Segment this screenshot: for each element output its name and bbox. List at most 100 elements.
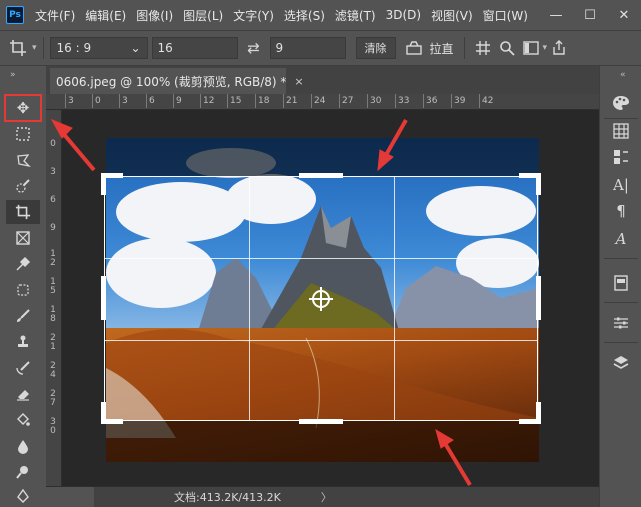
collapse-icon[interactable]: » [10,70,15,80]
ruler-tick: 36 [422,94,438,108]
share-icon[interactable] [547,36,571,60]
ruler-tick: 9 [173,94,182,108]
workspace-icon[interactable] [519,36,543,60]
glyphs-icon: A [615,230,627,248]
crop-handle-top-left[interactable] [101,173,106,195]
menu-file[interactable]: 文件(F) [30,7,80,24]
crop-icon [15,204,31,220]
ratio-select[interactable]: 16 : 9 ⌄ [49,37,148,59]
character-panel-button[interactable]: A| [606,174,636,196]
width-field[interactable]: 16 [151,37,238,59]
brush-settings-icon [614,150,628,164]
status-menu-arrow-icon[interactable]: 〉 [321,489,332,505]
ruler-tick: 33 [394,94,410,108]
straighten-icon[interactable] [402,36,426,60]
paragraph-icon: ¶ [616,202,626,220]
lasso-icon [17,154,31,168]
close-button[interactable]: ✕ [607,0,641,30]
marquee-icon [16,127,30,141]
dodge-tool[interactable] [6,460,40,484]
window-controls: — ☐ ✕ [539,0,641,30]
brush-settings-panel-button[interactable] [606,146,636,168]
history-brush-tool[interactable] [6,356,40,380]
layers-panel-button[interactable] [606,352,636,374]
crop-handle-bottom-left[interactable] [101,402,106,424]
ruler-tick: 18 [254,94,270,108]
marquee-tool[interactable] [6,122,40,146]
menu-select[interactable]: 选择(S) [279,7,330,24]
crop-tool-preset-icon[interactable] [6,36,30,60]
chevron-down-icon[interactable]: ▾ [32,43,37,53]
menu-layer[interactable]: 图层(L) [178,7,228,24]
menu-edit[interactable]: 编辑(E) [80,7,131,24]
swatches-icon [613,123,629,139]
crop-handle-bottom[interactable] [299,419,343,424]
menu-type[interactable]: 文字(Y) [228,7,279,24]
move-tool[interactable]: ✥ [4,94,42,122]
pen-tool[interactable] [6,484,40,507]
menu-window[interactable]: 窗口(W) [478,7,533,24]
crop-handle-left[interactable] [101,276,106,320]
grid-overlay-icon[interactable] [471,36,495,60]
divider [604,342,638,343]
swap-icon[interactable]: ⇄ [242,36,266,60]
minimize-button[interactable]: — [539,0,573,30]
ruler-tick: 6 [50,195,56,205]
crop-handle-top-right[interactable] [536,173,541,195]
ruler-tick: 1 2 [50,249,56,268]
menu-3d[interactable]: 3D(D) [381,8,426,22]
crop-handle-bottom-right[interactable] [536,402,541,424]
horizontal-ruler: 3 0 3 6 9 12 15 18 21 24 27 30 33 36 39 … [46,94,599,110]
crop-handle-top[interactable] [299,173,343,178]
quick-select-tool[interactable] [6,174,40,198]
eyedropper-tool[interactable] [6,252,40,276]
crop-handle-right[interactable] [536,276,541,320]
adjustments-panel-button[interactable] [606,312,636,334]
document-tab[interactable]: 0606.jpeg @ 100% (裁剪预览, RGB/8) * × [50,68,304,94]
maximize-button[interactable]: ☐ [573,0,607,30]
close-icon[interactable]: × [294,75,303,88]
crop-tool[interactable] [6,200,40,224]
height-field[interactable]: 9 [269,37,346,59]
healing-brush-tool[interactable] [6,278,40,302]
dodge-icon [16,466,28,479]
crop-shield-top [106,138,539,176]
frame-tool[interactable] [6,226,40,250]
menu-bar: Ps 文件(F) 编辑(E) 图像(I) 图层(L) 文字(Y) 选择(S) 滤… [0,0,641,30]
glyphs-panel-button[interactable]: A [606,228,636,250]
ruler-tick: 0 [92,94,101,108]
stamp-tool[interactable] [6,330,40,354]
ruler-tick: 9 [50,223,56,233]
zoom-field[interactable] [46,486,94,507]
frame-icon [16,231,30,245]
paragraph-panel-button[interactable]: ¶ [606,200,636,222]
character-icon: A| [613,176,629,194]
straighten-label[interactable]: 拉直 [426,40,458,57]
eraser-tool[interactable] [6,382,40,406]
canvas-area[interactable] [62,110,599,486]
ruler-tick: 3 [65,94,74,108]
menu-view[interactable]: 视图(V) [426,7,478,24]
libraries-panel-button[interactable] [606,272,636,294]
ruler-tick: 27 [338,94,354,108]
document-size: 文档:413.2K/413.2K [174,491,281,504]
collapse-icon[interactable]: « [620,70,626,80]
search-icon[interactable] [495,36,519,60]
ruler-tick: 3 0 [50,417,56,436]
tools-panel: » ✥ [0,66,46,507]
menu-image[interactable]: 图像(I) [131,7,178,24]
paint-bucket-icon [17,413,30,426]
paint-bucket-tool[interactable] [6,408,40,432]
color-panel-button[interactable] [606,92,636,114]
ruler-tick: 39 [450,94,466,108]
blur-tool[interactable] [6,434,40,458]
healing-brush-icon [17,284,29,296]
menu-filter[interactable]: 滤镜(T) [330,7,381,24]
ruler-tick: 42 [478,94,494,108]
photoshop-logo: Ps [6,6,24,24]
swatches-panel-button[interactable] [606,120,636,142]
clear-button[interactable]: 清除 [355,37,396,59]
lasso-tool[interactable] [6,148,40,172]
crop-center-target[interactable] [309,287,333,311]
brush-tool[interactable] [6,304,40,328]
